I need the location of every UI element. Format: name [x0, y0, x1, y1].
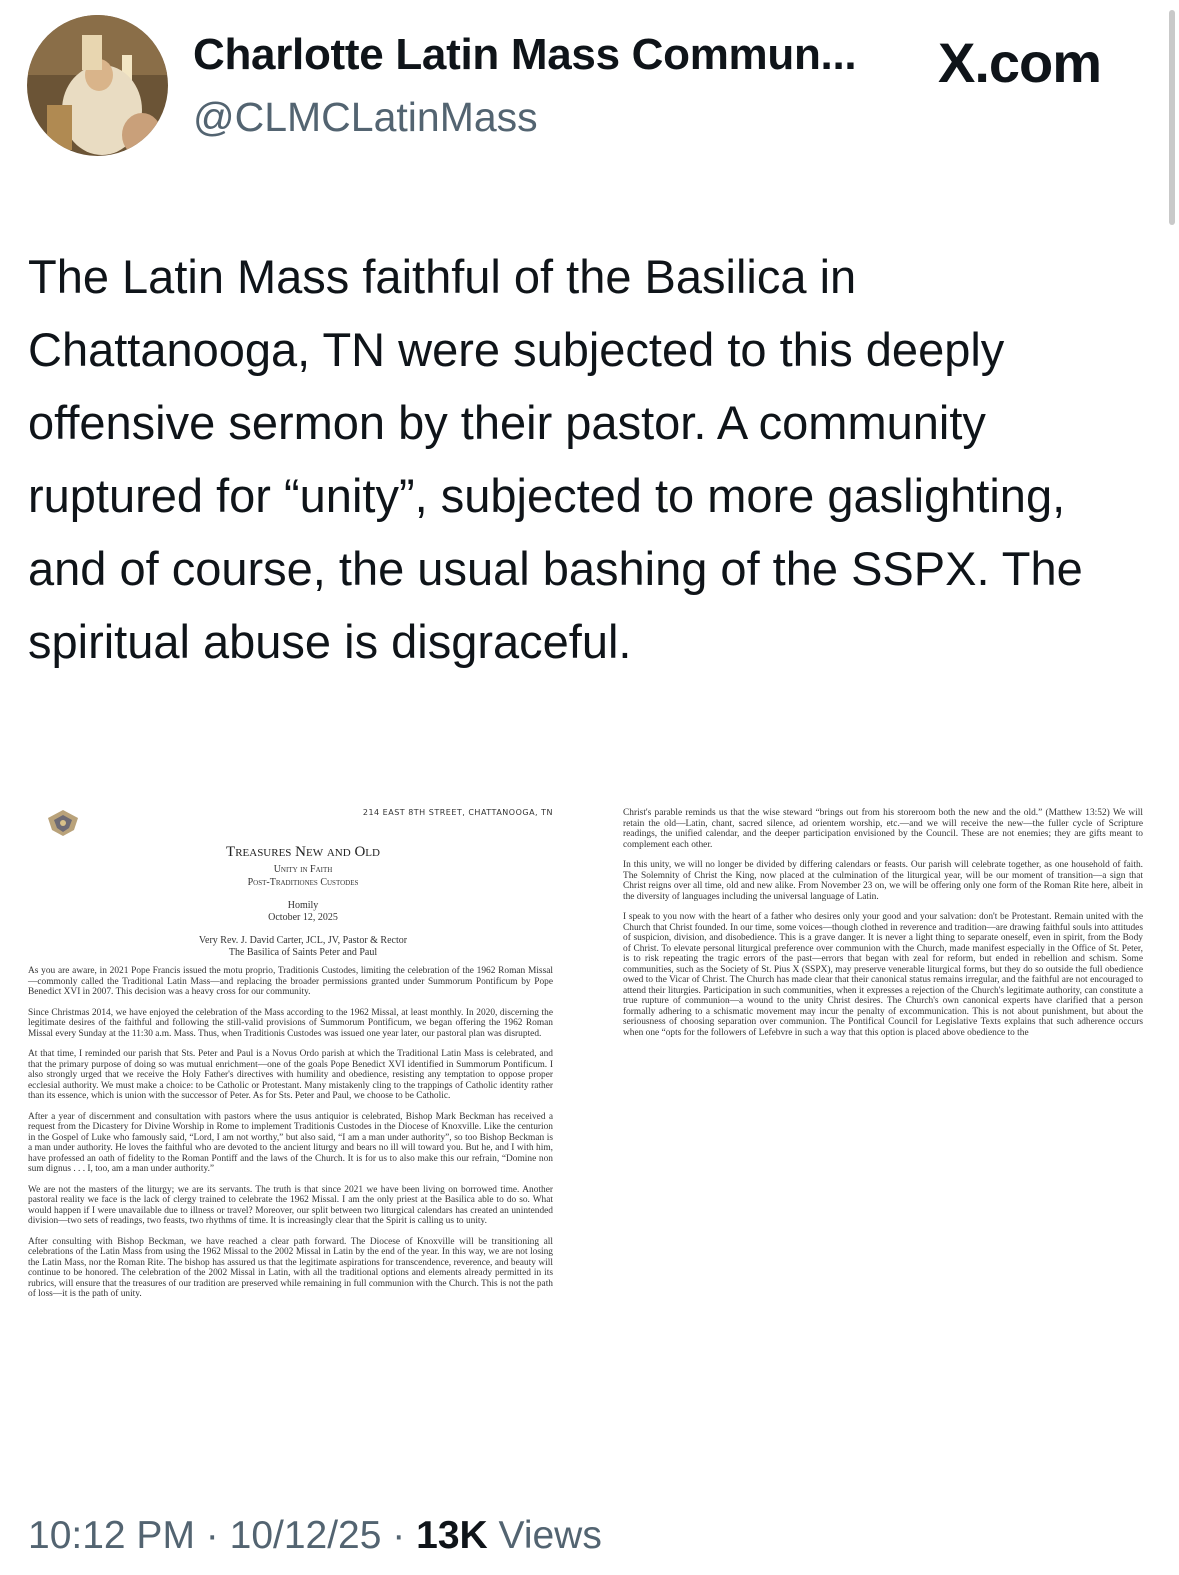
views-count: 13K [416, 1514, 488, 1557]
document-paragraph: Christ's parable reminds us that the wis… [623, 808, 1143, 850]
tweet-text: The Latin Mass faithful of the Basilica … [28, 250, 1083, 668]
attached-document-image[interactable]: 214 EAST 8TH STREET, CHATTANOOGA, TN Tre… [28, 790, 1148, 1450]
document-paragraph: After a year of discernment and consulta… [28, 1111, 553, 1175]
document-right-column: Christ's parable reminds us that the wis… [623, 808, 1143, 1048]
separator: · [392, 1514, 406, 1557]
document-address: 214 EAST 8TH STREET, CHATTANOOGA, TN [362, 808, 553, 817]
crest-icon [48, 810, 78, 836]
document-church: The Basilica of Saints Peter and Paul [228, 947, 378, 958]
document-type: Homily [287, 900, 319, 911]
document-paragraph: We are not the masters of the liturgy; w… [28, 1184, 553, 1227]
avatar-image [27, 15, 168, 156]
document-subtitle: Post-Traditiones Custodes [247, 877, 359, 888]
tweet-time[interactable]: 10:12 PM [28, 1514, 195, 1557]
document-paragraph: After consulting with Bishop Beckman, we… [28, 1236, 553, 1300]
document-paragraph: I speak to you now with the heart of a f… [623, 912, 1143, 1038]
document-title: Treasures New and Old [226, 844, 380, 860]
x-logo: X.com [938, 31, 1102, 94]
scrollbar[interactable] [1169, 10, 1175, 225]
avatar[interactable] [27, 15, 168, 156]
document-subtitle: Unity in Faith [273, 864, 333, 875]
document-date: October 12, 2025 [268, 912, 338, 923]
document-paragraph: At that time, I reminded our parish that… [28, 1049, 553, 1101]
document-paragraph: Since Christmas 2014, we have enjoyed th… [28, 1007, 553, 1039]
tweet-meta: 10:12 PM · 10/12/25 · 13K Views [28, 1514, 602, 1558]
document-paragraph: In this unity, we will no longer be divi… [623, 860, 1143, 902]
separator: · [205, 1514, 219, 1557]
user-handle[interactable]: @CLMCLatinMass [193, 94, 538, 141]
views-label: Views [498, 1514, 602, 1557]
document-paragraph: As you are aware, in 2021 Pope Francis i… [28, 966, 553, 997]
document-author: Very Rev. J. David Carter, JCL, JV, Past… [198, 935, 408, 946]
display-name[interactable]: Charlotte Latin Mass Commun... [193, 30, 913, 80]
tweet-date[interactable]: 10/12/25 [230, 1514, 382, 1557]
